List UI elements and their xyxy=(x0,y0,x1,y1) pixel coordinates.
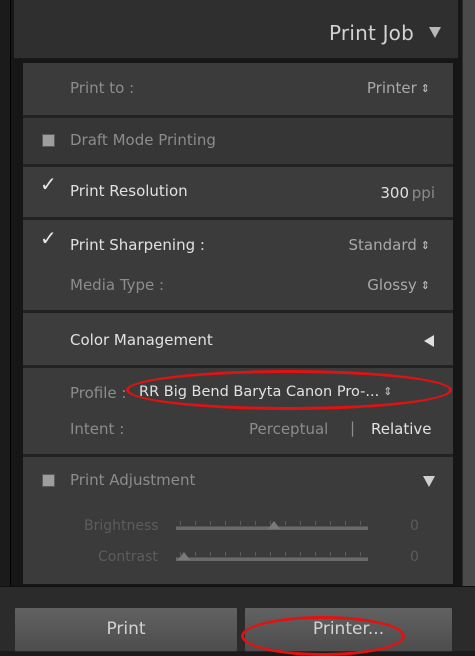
profile-select[interactable]: RR Big Bend Baryta Canon Pro-... ⇕ xyxy=(139,384,392,400)
color-management-label: Color Management xyxy=(70,331,213,349)
slider-tick xyxy=(360,552,361,556)
updown-arrows-icon: ⇕ xyxy=(420,279,430,292)
print-sharpening-value: Standard xyxy=(348,236,417,254)
brightness-value: 0 xyxy=(410,518,419,534)
slider-tick xyxy=(300,552,301,556)
profile-label: Profile : xyxy=(70,384,127,402)
expand-left-triangle-icon[interactable] xyxy=(424,335,434,347)
slider-tick xyxy=(240,552,241,556)
updown-arrows-icon: ⇕ xyxy=(420,239,430,252)
print-resolution-label: Print Resolution xyxy=(70,182,188,200)
media-type-select[interactable]: Glossy ⇕ xyxy=(367,276,430,294)
contrast-slider[interactable] xyxy=(176,557,368,561)
slider-tick xyxy=(285,552,286,556)
print-sharpening-label: Print Sharpening : xyxy=(70,236,205,254)
slider-tick xyxy=(180,552,181,556)
print-sharpening-select[interactable]: Standard ⇕ xyxy=(349,236,430,254)
slider-tick xyxy=(210,521,211,525)
print-sharpening-checkbox[interactable]: ✓ xyxy=(40,228,57,248)
print-button[interactable]: Print xyxy=(14,607,238,652)
slider-tick xyxy=(240,521,241,525)
media-type-label: Media Type : xyxy=(70,276,165,294)
media-type-value: Glossy xyxy=(367,276,417,294)
brightness-label: Brightness xyxy=(84,518,159,534)
slider-tick xyxy=(225,552,226,556)
slider-tick xyxy=(315,552,316,556)
slider-tick xyxy=(195,521,196,525)
updown-arrows-icon: ⇕ xyxy=(383,385,393,398)
print-to-label: Print to : xyxy=(70,79,135,97)
slider-tick xyxy=(255,521,256,525)
panel-title: Print Job xyxy=(329,21,414,45)
slider-tick xyxy=(210,552,211,556)
print-adjustment-label: Print Adjustment xyxy=(70,471,196,489)
intent-option-perceptual[interactable]: Perceptual xyxy=(249,420,328,438)
print-resolution-unit: ppi xyxy=(411,184,435,202)
slider-tick xyxy=(270,552,271,556)
sharpening-section xyxy=(23,220,453,310)
slider-tick xyxy=(195,552,196,556)
intent-separator: | xyxy=(350,419,356,437)
collapse-triangle-icon[interactable] xyxy=(429,27,441,38)
slider-tick xyxy=(330,521,331,525)
slider-tick xyxy=(345,552,346,556)
slider-tick xyxy=(180,521,181,525)
slider-tick xyxy=(345,521,346,525)
intent-label: Intent : xyxy=(70,420,125,438)
print-to-select[interactable]: Printer ⇕ xyxy=(367,79,430,97)
print-adjustment-checkbox[interactable] xyxy=(42,474,55,487)
slider-tick xyxy=(330,552,331,556)
slider-tick xyxy=(300,521,301,525)
panel-header[interactable]: Print Job xyxy=(14,0,458,59)
intent-option-relative[interactable]: Relative xyxy=(371,420,432,438)
printer-button[interactable]: Printer... xyxy=(244,607,453,652)
contrast-label: Contrast xyxy=(98,549,158,565)
contrast-value: 0 xyxy=(410,549,419,565)
profile-value: RR Big Bend Baryta Canon Pro-... xyxy=(139,384,380,400)
print-resolution-checkbox[interactable]: ✓ xyxy=(40,174,57,194)
slider-tick xyxy=(315,521,316,525)
color-management-section xyxy=(23,368,453,454)
expand-down-triangle-icon[interactable] xyxy=(423,476,435,487)
print-resolution-value[interactable]: 300 xyxy=(380,184,409,202)
slider-tick xyxy=(225,521,226,525)
draft-mode-label: Draft Mode Printing xyxy=(70,131,216,149)
slider-tick xyxy=(270,521,271,525)
scrollbar[interactable] xyxy=(462,0,475,586)
slider-tick xyxy=(285,521,286,525)
print-to-value: Printer xyxy=(366,79,417,97)
updown-arrows-icon: ⇕ xyxy=(420,82,430,95)
slider-tick xyxy=(255,552,256,556)
draft-mode-checkbox[interactable] xyxy=(42,134,55,147)
slider-tick xyxy=(360,521,361,525)
